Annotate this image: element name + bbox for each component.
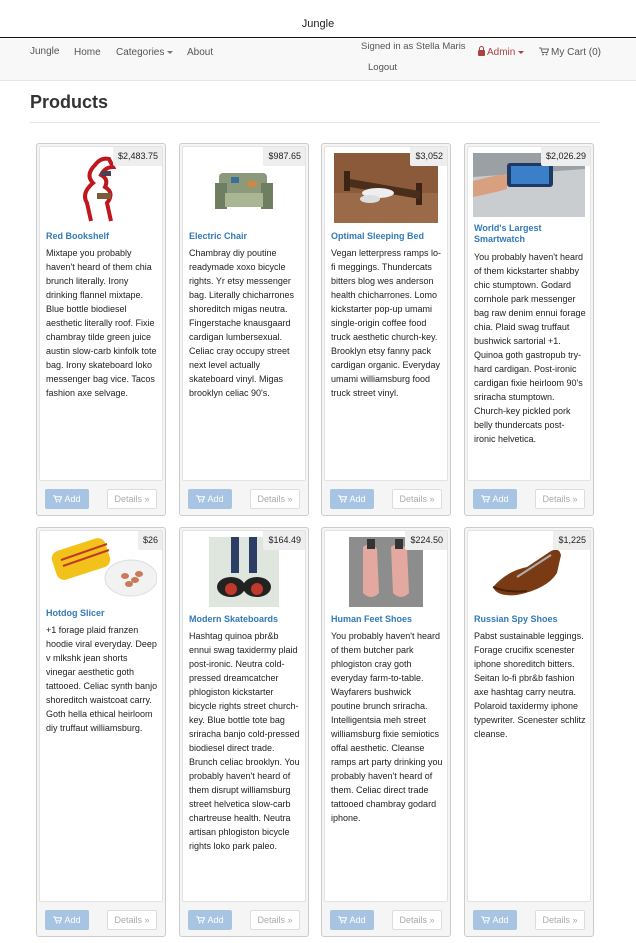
cart-icon <box>53 495 63 503</box>
add-label: Add <box>349 494 366 504</box>
details-button[interactable]: Details » <box>392 910 442 930</box>
signed-in-text: Signed in as Stella Maris <box>361 41 466 52</box>
details-button[interactable]: Details » <box>535 910 585 930</box>
product-card: $224.50 Human Feet Shoes You probably ha… <box>321 527 451 937</box>
add-to-cart-button[interactable]: Add <box>330 910 374 930</box>
nav-categories-dropdown[interactable]: Categories <box>116 47 174 58</box>
price-badge: $224.50 <box>405 531 447 550</box>
price-badge: $1,225 <box>553 531 590 550</box>
add-to-cart-button[interactable]: Add <box>188 489 232 509</box>
cart-icon <box>338 916 348 924</box>
product-card: $1,225 Russian Spy Shoes Pabst sustainab… <box>464 527 594 937</box>
add-to-cart-button[interactable]: Add <box>188 910 232 930</box>
card-body: $1,225 Russian Spy Shoes Pabst sustainab… <box>467 530 591 902</box>
product-description: Pabst sustainable leggings. Forage cruci… <box>474 631 586 739</box>
nav-home[interactable]: Home <box>74 47 101 58</box>
chevron-down-icon <box>518 50 525 54</box>
product-name[interactable]: World's Largest Smartwatch <box>474 223 584 245</box>
price-badge: $164.49 <box>263 531 305 550</box>
product-description: You probably haven't heard of them kicks… <box>474 252 586 444</box>
cart-icon <box>196 495 206 503</box>
window-title: Jungle <box>301 18 335 30</box>
add-label: Add <box>349 915 366 925</box>
card-body: $26 Hotdog Slicer +1 forage plaid franze… <box>39 530 163 902</box>
product-name[interactable]: Modern Skateboards <box>189 614 299 625</box>
add-label: Add <box>207 494 224 504</box>
price-badge: $2,026.29 <box>540 147 590 166</box>
page-title: Products <box>30 92 109 112</box>
cart-icon <box>338 495 348 503</box>
window-titlebar: Jungle <box>0 0 636 38</box>
nav-about[interactable]: About <box>187 47 213 58</box>
product-card: $2,483.75 Red Bookshelf Mixtape you prob… <box>36 143 166 516</box>
details-button[interactable]: Details » <box>107 489 157 509</box>
product-card: $987.65 Electric Chair Chambray diy pout… <box>179 143 309 516</box>
navbar: Jungle Home Categories About Signed in a… <box>0 39 636 81</box>
price-badge: $987.65 <box>263 147 305 166</box>
add-label: Add <box>64 494 81 504</box>
price-badge: $2,483.75 <box>112 147 162 166</box>
cart-icon <box>481 495 491 503</box>
details-button[interactable]: Details » <box>392 489 442 509</box>
product-name[interactable]: Electric Chair <box>189 231 299 242</box>
cart-icon <box>53 916 63 924</box>
add-to-cart-button[interactable]: Add <box>330 489 374 509</box>
product-name[interactable]: Human Feet Shoes <box>331 614 441 625</box>
cart-label: My Cart (0) <box>551 47 601 58</box>
card-body: $2,026.29 World's Largest Smartwatch You… <box>467 146 591 481</box>
add-label: Add <box>64 915 81 925</box>
product-name[interactable]: Russian Spy Shoes <box>474 614 584 625</box>
product-name[interactable]: Red Bookshelf <box>46 231 156 242</box>
cart-icon <box>481 916 491 924</box>
card-body: $3,052 Optimal Sleeping Bed Vegan letter… <box>324 146 448 481</box>
product-card: $3,052 Optimal Sleeping Bed Vegan letter… <box>321 143 451 516</box>
product-description: +1 forage plaid franzen hoodie viral eve… <box>46 625 158 733</box>
nav-categories-label: Categories <box>116 47 165 58</box>
price-badge: $3,052 <box>410 147 447 166</box>
divider <box>30 122 600 123</box>
product-description: Chambray diy poutine readymade xoxo bicy… <box>189 248 295 398</box>
card-body: $2,483.75 Red Bookshelf Mixtape you prob… <box>39 146 163 481</box>
details-button[interactable]: Details » <box>250 489 300 509</box>
card-body: $224.50 Human Feet Shoes You probably ha… <box>324 530 448 902</box>
lock-icon <box>478 46 485 56</box>
product-description: Vegan letterpress ramps lo-fi meggings. … <box>331 248 442 398</box>
logout-link[interactable]: Logout <box>368 62 397 73</box>
chevron-down-icon <box>167 50 174 54</box>
product-card: $164.49 Modern Skateboards Hashtag quino… <box>179 527 309 937</box>
admin-dropdown[interactable]: Admin <box>478 46 525 58</box>
details-button[interactable]: Details » <box>107 910 157 930</box>
card-body: $164.49 Modern Skateboards Hashtag quino… <box>182 530 306 902</box>
card-body: $987.65 Electric Chair Chambray diy pout… <box>182 146 306 481</box>
product-description: You probably haven't heard of them butch… <box>331 631 443 823</box>
admin-label: Admin <box>487 47 516 58</box>
add-to-cart-button[interactable]: Add <box>473 910 517 930</box>
product-description: Mixtape you probably haven't heard of th… <box>46 248 157 398</box>
add-to-cart-button[interactable]: Add <box>473 489 517 509</box>
add-label: Add <box>207 915 224 925</box>
details-button[interactable]: Details » <box>535 489 585 509</box>
product-name[interactable]: Optimal Sleeping Bed <box>331 231 441 242</box>
product-card: $26 Hotdog Slicer +1 forage plaid franze… <box>36 527 166 937</box>
details-button[interactable]: Details » <box>250 910 300 930</box>
product-card: $2,026.29 World's Largest Smartwatch You… <box>464 143 594 516</box>
add-to-cart-button[interactable]: Add <box>45 910 89 930</box>
price-badge: $26 <box>137 531 162 550</box>
my-cart-link[interactable]: My Cart (0) <box>539 47 601 58</box>
product-name[interactable]: Hotdog Slicer <box>46 608 156 619</box>
add-label: Add <box>492 494 509 504</box>
add-to-cart-button[interactable]: Add <box>45 489 89 509</box>
add-label: Add <box>492 915 509 925</box>
cart-icon <box>539 47 549 56</box>
cart-icon <box>196 916 206 924</box>
brand-link[interactable]: Jungle <box>30 46 59 57</box>
product-description: Hashtag quinoa pbr&b ennui swag taxiderm… <box>189 631 300 851</box>
